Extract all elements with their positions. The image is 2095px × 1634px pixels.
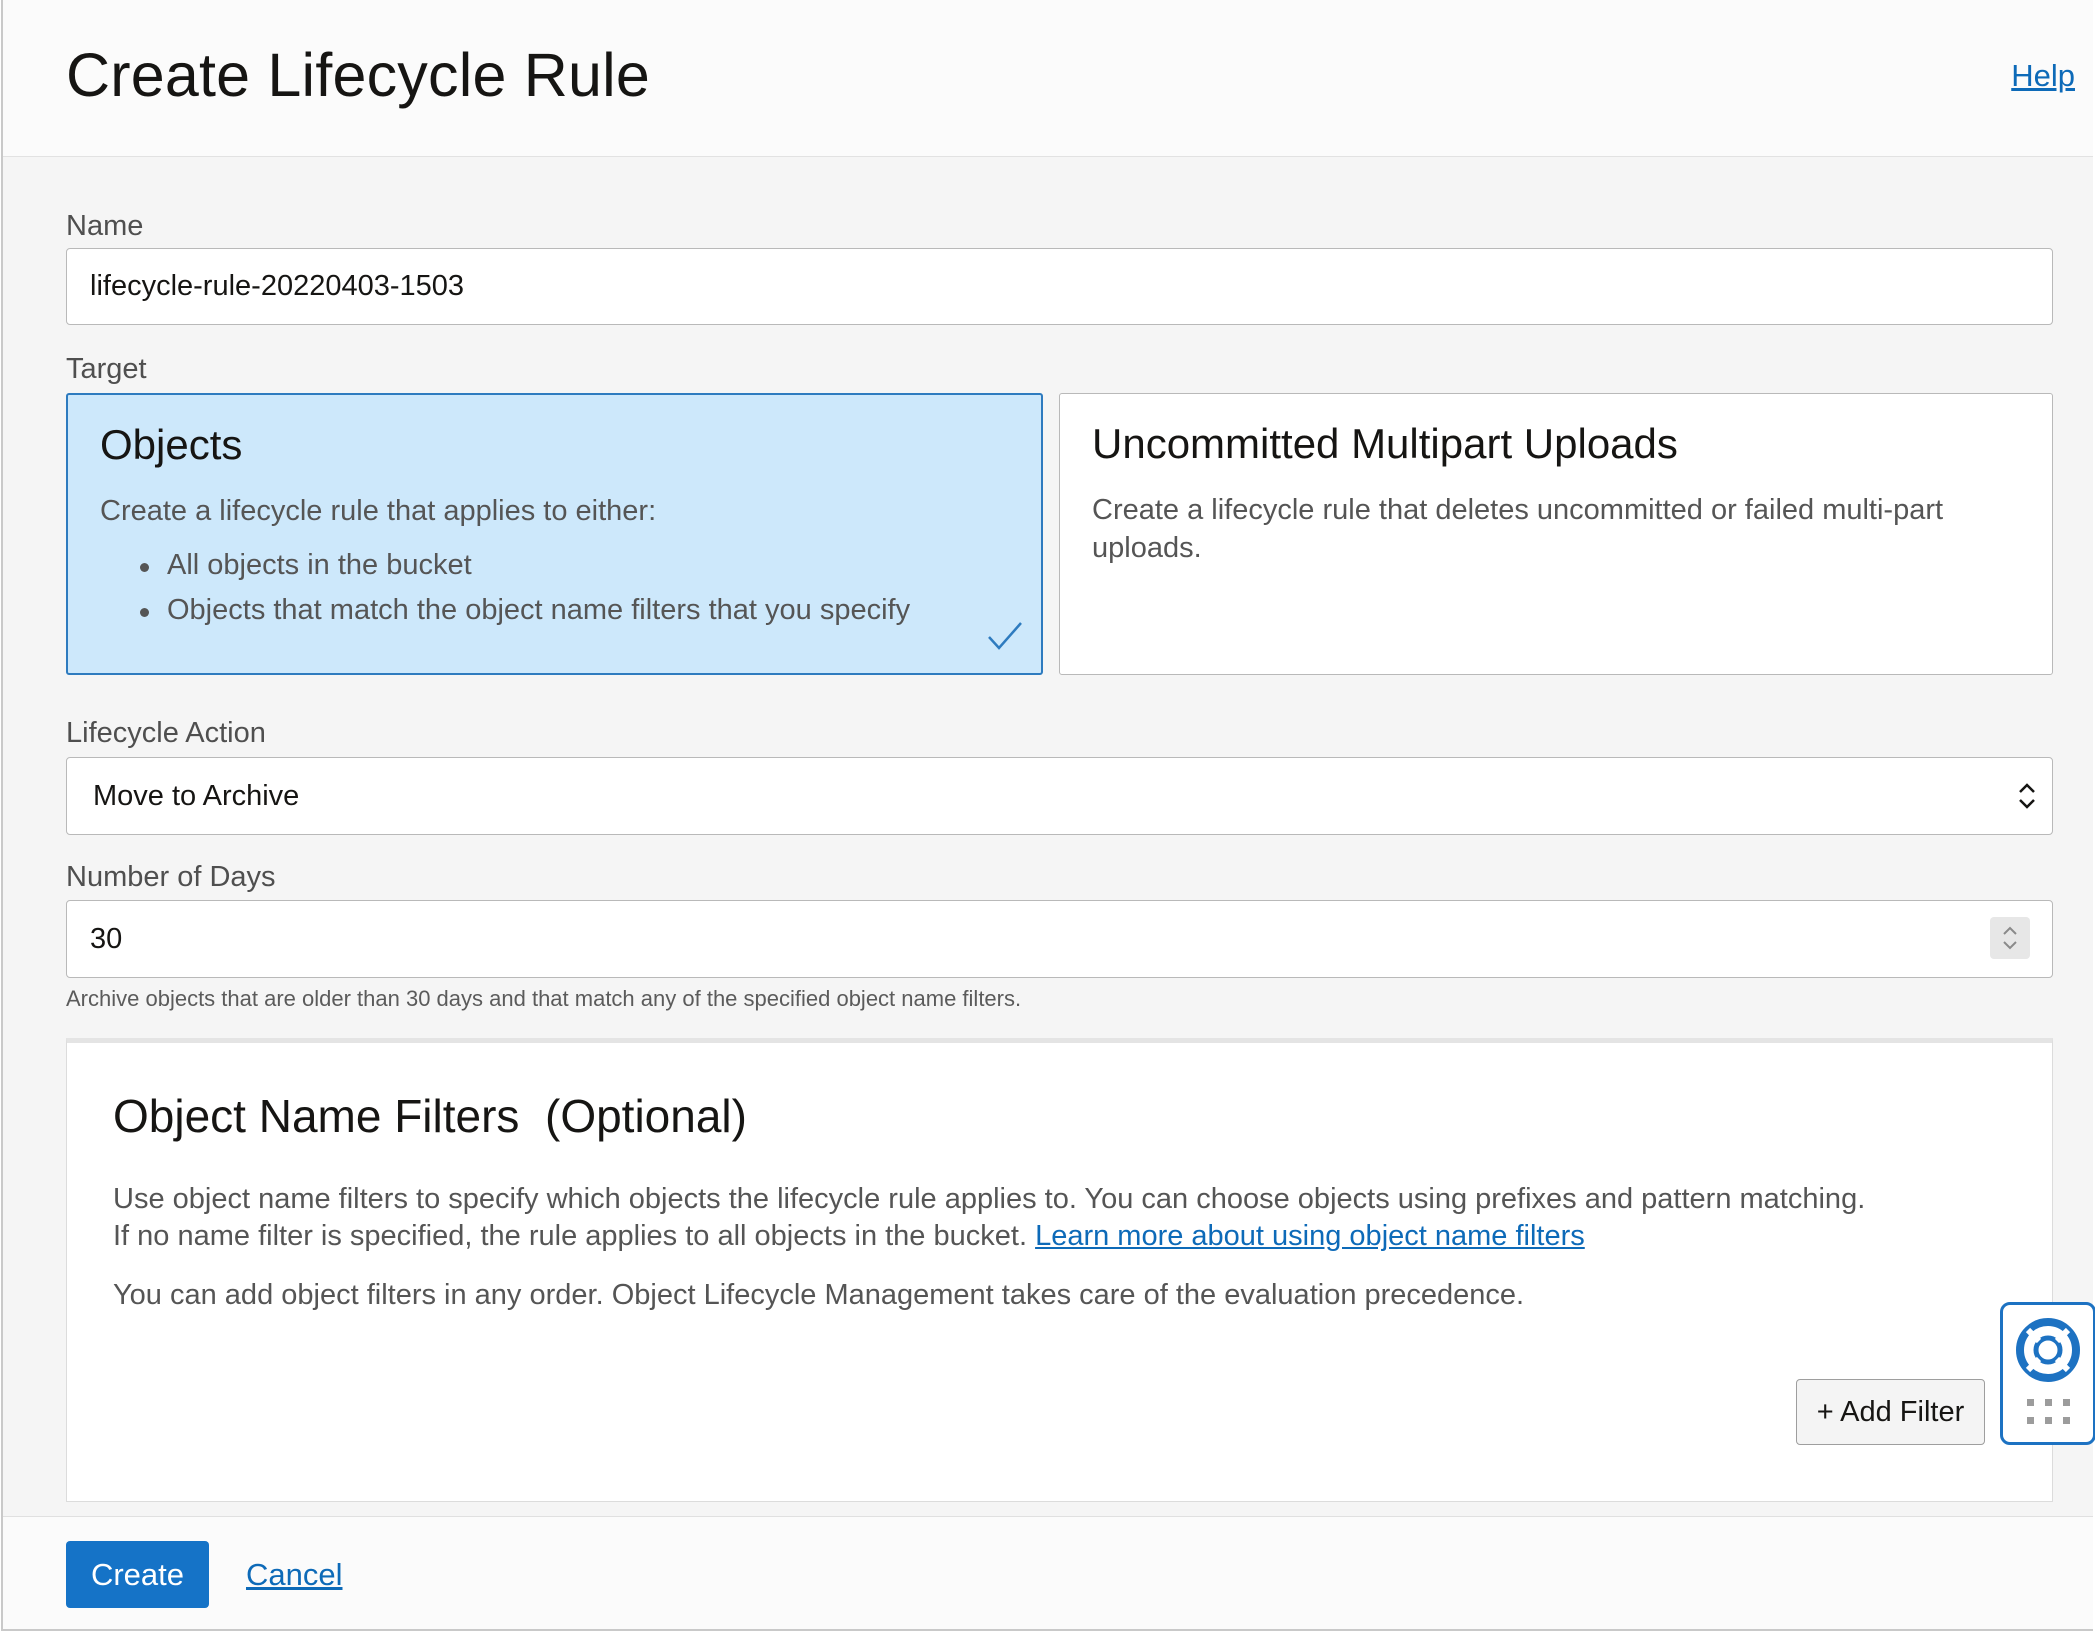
create-button[interactable]: Create [66,1541,209,1608]
target-objects-list: All objects in the bucket Objects that m… [100,543,910,633]
grid-icon [2027,1399,2070,1424]
list-item: All objects in the bucket [100,543,910,588]
help-link[interactable]: Help [2011,58,2075,94]
chevron-up-down-icon [2019,783,2035,809]
days-helper-text: Archive objects that are older than 30 d… [66,986,1022,1011]
list-item: Objects that match the object name filte… [100,588,910,633]
chevron-up-down-icon [2003,926,2017,950]
lifecycle-action-select[interactable]: Move to Archive [66,757,2053,835]
target-objects-description: Create a lifecycle rule that applies to … [100,495,657,527]
filters-order-text: You can add object filters in any order.… [113,1279,1525,1311]
panel-header: Create Lifecycle Rule Help [3,0,2093,157]
target-uploads-title: Uncommitted Multipart Uploads [1092,420,1678,467]
name-input[interactable]: lifecycle-rule-20220403-1503 [66,248,2053,325]
cancel-link[interactable]: Cancel [246,1557,343,1593]
target-uploads-tile[interactable]: Uncommitted Multipart Uploads Create a l… [1059,393,2053,675]
lifecycle-action-value: Move to Archive [93,779,300,812]
filters-title-text: Object Name Filters [113,1090,520,1142]
target-objects-tile[interactable]: Objects Create a lifecycle rule that app… [66,393,1043,675]
name-label: Name [66,210,144,242]
days-label: Number of Days [66,861,276,893]
target-label: Target [66,353,147,385]
panel-footer: Create Cancel [3,1516,2093,1629]
filters-title: Object Name Filters (Optional) [113,1089,747,1143]
object-name-filters-section: Object Name Filters (Optional) Use objec… [66,1038,2053,1502]
create-lifecycle-rule-panel: Create Lifecycle Rule Help Name lifecycl… [1,0,2095,1631]
page-title: Create Lifecycle Rule [66,41,650,109]
filters-text-2: If no name filter is specified, the rule… [113,1220,1027,1252]
help-widget[interactable] [2000,1302,2095,1445]
filters-description: Use object name filters to specify which… [113,1181,1865,1255]
lifecycle-action-label: Lifecycle Action [66,717,266,749]
add-filter-button[interactable]: + Add Filter [1796,1379,1985,1445]
name-input-value: lifecycle-rule-20220403-1503 [90,270,465,302]
filters-text-1: Use object name filters to specify which… [113,1183,1866,1215]
target-uploads-description: Create a lifecycle rule that deletes unc… [1092,494,1944,564]
days-stepper[interactable] [1990,917,2030,959]
target-objects-title: Objects [100,421,243,468]
days-input[interactable]: 30 [66,900,2053,978]
lifebuoy-icon [2016,1318,2080,1382]
check-icon [988,622,1022,650]
filters-optional-text: (Optional) [545,1090,747,1142]
learn-more-link[interactable]: Learn more about using object name filte… [1035,1220,1585,1252]
days-input-value: 30 [90,922,123,955]
